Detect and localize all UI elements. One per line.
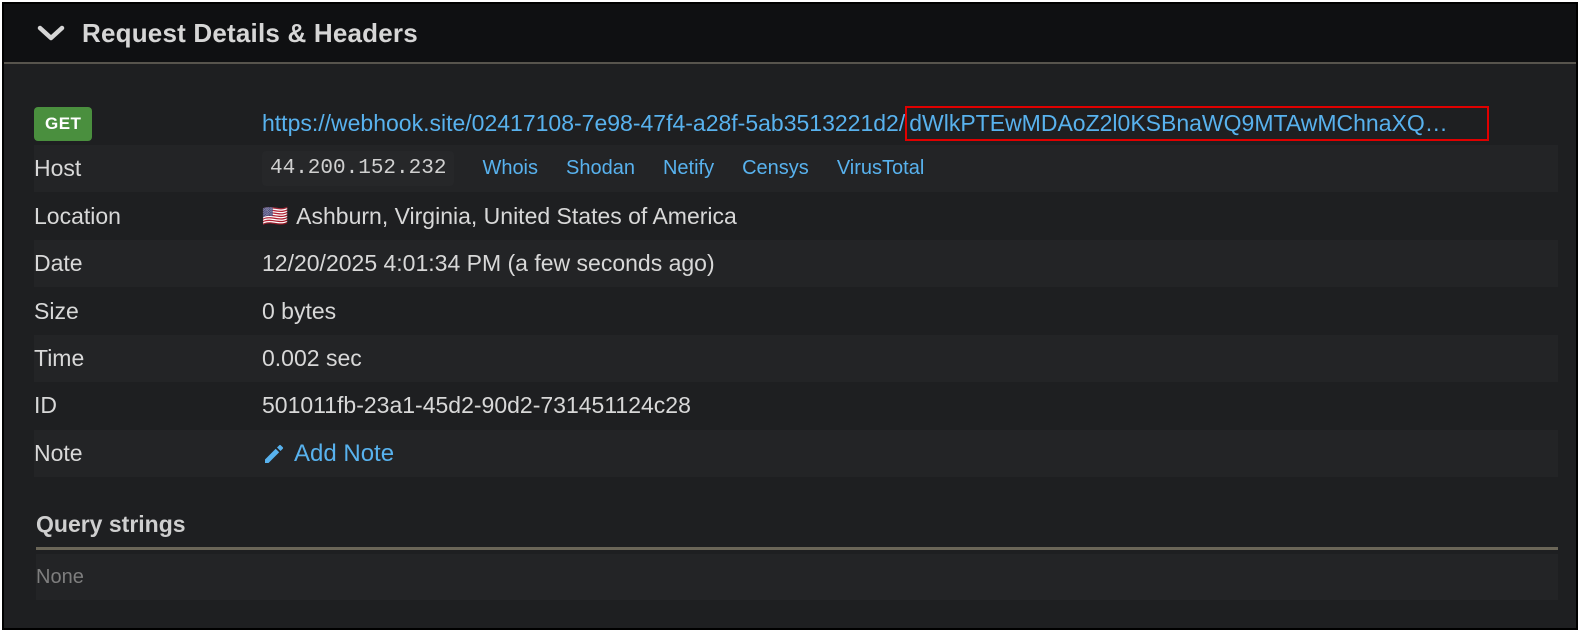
id-label: ID (34, 392, 57, 418)
query-strings-body: None (36, 554, 1558, 600)
date-label: Date (34, 250, 83, 276)
time-value: 0.002 sec (262, 345, 362, 371)
host-row: Host 44.200.152.232 Whois Shodan Netify … (34, 145, 1558, 192)
query-strings-empty: None (36, 565, 84, 588)
host-value: 44.200.152.232 Whois Shodan Netify Censy… (262, 151, 924, 186)
location-value: 🇺🇸 Ashburn, Virginia, United States of A… (262, 203, 737, 230)
method-badge: GET (34, 106, 93, 141)
size-label: Size (34, 298, 79, 324)
size-row: Size 0 bytes (34, 288, 1558, 335)
query-strings-divider (36, 547, 1558, 550)
host-ip: 44.200.152.232 (262, 151, 455, 186)
virustotal-link[interactable]: VirusTotal (837, 157, 924, 180)
shodan-link[interactable]: Shodan (566, 157, 635, 180)
query-strings-title: Query strings (36, 511, 186, 537)
us-flag-icon: 🇺🇸 (262, 204, 289, 228)
host-label: Host (34, 155, 82, 181)
id-row: ID 501011fb-23a1-45d2-90d2-731451124c28 (34, 382, 1558, 429)
url-path-highlighted[interactable]: dWlkPTEwMDAoZ2l0KSBnaWQ9MTAwMChnaXQ… (905, 106, 1490, 141)
date-value: 12/20/2025 4:01:34 PM (a few seconds ago… (262, 250, 715, 276)
note-value: Add Note (262, 440, 394, 468)
url-base-link[interactable]: https://webhook.site/02417108-7e98-47f4-… (262, 110, 905, 137)
panel-header[interactable]: Request Details & Headers (4, 4, 1576, 64)
request-url-row: GET https://webhook.site/02417108-7e98-4… (34, 100, 1558, 147)
time-row: Time 0.002 sec (34, 335, 1558, 382)
note-label: Note (34, 440, 83, 466)
netify-link[interactable]: Netify (663, 157, 714, 180)
request-details-panel: Request Details & Headers GET https://we… (2, 2, 1578, 630)
add-note-label[interactable]: Add Note (294, 440, 394, 468)
chevron-down-icon[interactable] (36, 23, 66, 43)
location-row: Location 🇺🇸 Ashburn, Virginia, United St… (34, 193, 1558, 240)
size-value: 0 bytes (262, 298, 337, 324)
request-url[interactable]: https://webhook.site/02417108-7e98-47f4-… (262, 106, 1490, 141)
location-text: Ashburn, Virginia, United States of Amer… (296, 203, 737, 229)
time-label: Time (34, 345, 85, 371)
panel-title: Request Details & Headers (82, 17, 418, 48)
pencil-icon (262, 442, 286, 466)
location-label: Location (34, 203, 121, 229)
note-row: Note Add Note (34, 430, 1558, 477)
whois-link[interactable]: Whois (482, 157, 538, 180)
add-note-button[interactable]: Add Note (262, 440, 394, 468)
censys-link[interactable]: Censys (742, 157, 809, 180)
id-value: 501011fb-23a1-45d2-90d2-731451124c28 (262, 392, 691, 418)
date-row: Date 12/20/2025 4:01:34 PM (a few second… (34, 240, 1558, 287)
